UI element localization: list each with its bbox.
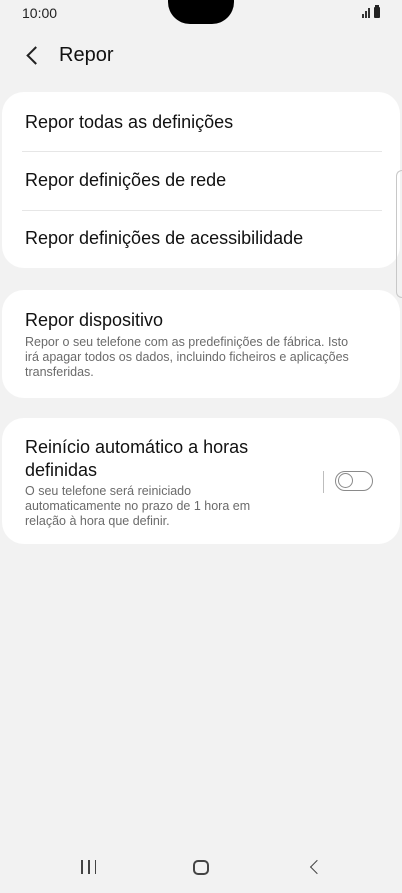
reset-network-settings-label: Repor definições de rede	[25, 170, 227, 190]
auto-restart-desc-line: automaticamente no prazo de 1 hora em	[25, 499, 251, 513]
status-icons	[362, 5, 380, 18]
camera-notch	[168, 0, 234, 24]
factory-reset-title: Repor dispositivo	[25, 310, 164, 330]
toggle-knob	[338, 473, 353, 488]
home-icon	[193, 860, 209, 875]
home-button[interactable]	[172, 840, 232, 893]
auto-restart-desc-line: O seu telefone será reiniciado	[25, 484, 192, 498]
reset-options-card: Repor todas as definições Repor definiçõ…	[2, 92, 400, 268]
auto-restart-title: Reinício automático a horas definidas	[25, 436, 248, 482]
factory-reset-desc-line: transferidas.	[25, 365, 94, 379]
factory-reset-card[interactable]: Repor dispositivo Repor o seu telefone c…	[2, 290, 400, 398]
recents-icon	[81, 860, 97, 874]
navigation-bar	[0, 840, 402, 893]
auto-restart-toggle[interactable]	[335, 471, 373, 491]
nav-back-icon	[309, 859, 325, 875]
auto-restart-title-line: Reinício automático a horas	[25, 437, 249, 457]
reset-accessibility-settings-label: Repor definições de acessibilidade	[25, 228, 304, 248]
auto-restart-title-line: definidas	[25, 460, 98, 480]
signal-icon	[362, 6, 370, 18]
factory-reset-desc-line: Repor o seu telefone com as predefiniçõe…	[25, 335, 349, 349]
factory-reset-desc-line: irá apagar todos os dados, incluindo fic…	[25, 350, 349, 364]
reset-all-settings-item[interactable]: Repor todas as definições	[2, 92, 400, 150]
status-time: 10:00	[22, 5, 58, 21]
status-bar: 10:00	[0, 0, 402, 26]
reset-accessibility-settings-item[interactable]: Repor definições de acessibilidade	[2, 211, 400, 269]
app-bar: Repor	[0, 34, 402, 78]
auto-restart-desc-line: relação à hora que definir.	[25, 514, 170, 528]
recents-button[interactable]	[59, 840, 119, 893]
back-chevron-icon	[25, 45, 45, 65]
reset-network-settings-item[interactable]: Repor definições de rede	[2, 152, 400, 210]
toggle-divider	[323, 471, 324, 493]
reset-all-settings-label: Repor todas as definições	[25, 112, 234, 132]
factory-reset-description: Repor o seu telefone com as predefiniçõe…	[25, 335, 349, 380]
auto-restart-description: O seu telefone será reiniciado automatic…	[25, 484, 250, 529]
scroll-indicator[interactable]	[396, 170, 402, 298]
back-button[interactable]	[18, 40, 48, 70]
battery-icon	[374, 5, 380, 18]
page-title: Repor	[59, 44, 114, 66]
nav-back-button[interactable]	[286, 840, 346, 893]
auto-restart-card[interactable]: Reinício automático a horas definidas O …	[2, 418, 400, 544]
